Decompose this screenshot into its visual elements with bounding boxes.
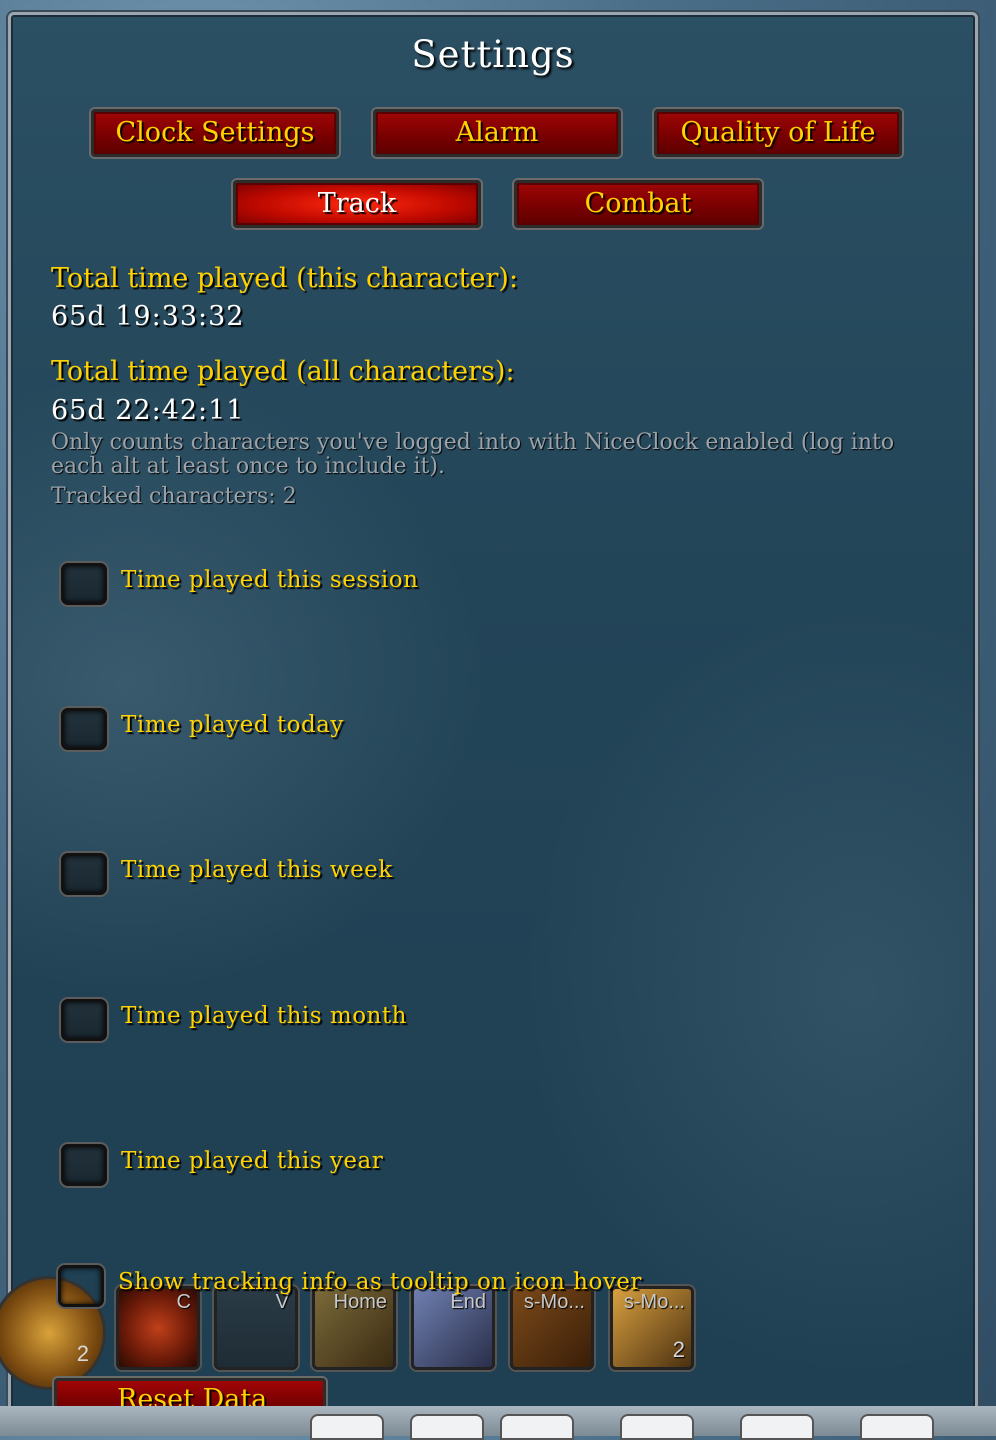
taskbar-item[interactable] [620, 1414, 694, 1440]
session-checkbox[interactable] [61, 563, 107, 605]
all-characters-value: 65d 22:42:11 [51, 395, 245, 426]
taskbar-item[interactable] [410, 1414, 484, 1440]
option-label: Time played today [121, 712, 344, 738]
tab-combat[interactable]: Combat [514, 180, 762, 228]
taskbar-item[interactable] [500, 1414, 574, 1440]
week-checkbox[interactable] [61, 853, 107, 895]
action-slot-1[interactable]: C [116, 1286, 200, 1370]
tab-alarm[interactable]: Alarm [373, 109, 621, 157]
taskbar-item[interactable] [860, 1414, 934, 1440]
this-character-label: Total time played (this character): [51, 263, 519, 294]
action-slot-4[interactable]: End [411, 1286, 495, 1370]
this-character-value: 65d 19:33:32 [51, 301, 245, 332]
action-slot-3[interactable]: Home [312, 1286, 396, 1370]
year-checkbox[interactable] [61, 1144, 107, 1186]
all-characters-label: Total time played (all characters): [51, 356, 515, 387]
option-label: Show tracking info as tooltip on icon ho… [118, 1269, 642, 1295]
option-label: Time played this week [121, 857, 393, 883]
bottom-taskbar [0, 1406, 996, 1440]
tab-clock-settings[interactable]: Clock Settings [91, 109, 339, 157]
option-label: Time played this session [121, 567, 419, 593]
action-slot-5[interactable]: s-Mo... [510, 1286, 594, 1370]
option-label: Time played this month [121, 1003, 407, 1029]
panel-title: Settings [411, 33, 575, 76]
tooltip-checkbox[interactable] [58, 1265, 104, 1307]
action-slot-2[interactable]: V [214, 1286, 298, 1370]
tracked-characters: Tracked characters: 2 [51, 484, 297, 509]
taskbar-item[interactable] [310, 1414, 384, 1440]
slot-count: 2 [672, 1337, 685, 1362]
action-bar: 2 C V Home End s-Mo... s-Mo... 2 [0, 1276, 720, 1390]
tracking-note: Only counts characters you've logged int… [51, 430, 895, 479]
action-slot-6[interactable]: s-Mo... 2 [610, 1286, 694, 1370]
tab-track[interactable]: Track [233, 180, 481, 228]
taskbar-item[interactable] [740, 1414, 814, 1440]
settings-panel: Settings Clock Settings Alarm Quality of… [8, 12, 978, 1412]
month-checkbox[interactable] [61, 999, 107, 1041]
slot-count: 2 [76, 1341, 89, 1366]
today-checkbox[interactable] [61, 708, 107, 750]
tab-quality-of-life[interactable]: Quality of Life [654, 109, 902, 157]
option-label: Time played this year [121, 1148, 384, 1174]
